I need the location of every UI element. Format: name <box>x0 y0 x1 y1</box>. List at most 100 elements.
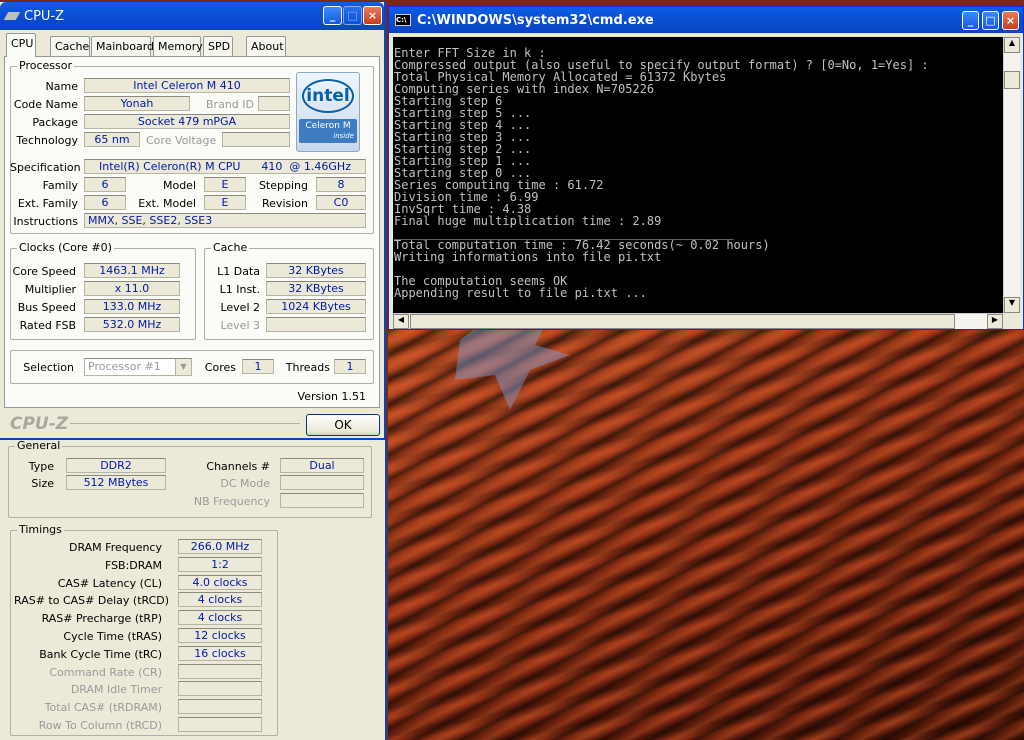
intel-celeron-logo: intel Celeron M inside <box>296 72 360 152</box>
vertical-scrollbar[interactable]: ▲ ▼ <box>1003 37 1020 313</box>
console-output[interactable]: Enter FFT Size in k : Compressed output (… <box>393 37 1003 313</box>
cpuz-brand: CPU-Z <box>10 414 69 434</box>
memory-panel: General Type DDR2 Size 512 MBytes Channe… <box>0 439 387 740</box>
timing-value: 4 clocks <box>178 610 262 626</box>
timing-value: 16 clocks <box>178 645 262 661</box>
tab-mainboard[interactable]: Mainboard <box>91 36 154 56</box>
processor-select[interactable]: Processor #1 ▼ <box>84 358 192 376</box>
channels-value: Dual <box>280 458 364 473</box>
timing-value: 266.0 MHz <box>178 539 262 554</box>
nbfreq-value <box>280 493 364 508</box>
revision-value: C0 <box>316 195 366 210</box>
timing-value <box>178 699 262 715</box>
channels-label: Channels # <box>206 460 270 473</box>
brandid-value <box>258 96 290 111</box>
console-line: Appending result to file pi.txt ... <box>394 286 647 300</box>
tab-cpu[interactable]: CPU <box>6 33 36 57</box>
name-label: Name <box>45 80 78 93</box>
horizontal-scrollbar[interactable]: ◀ ▶ <box>393 313 1003 329</box>
timing-value <box>178 681 262 697</box>
technology-label: Technology <box>16 134 78 147</box>
busspeed-label: Bus Speed <box>17 301 76 314</box>
timing-value <box>178 717 262 732</box>
close-button[interactable]: × <box>363 6 382 25</box>
timing-label: Total CAS# (tRDRAM) <box>44 701 162 715</box>
chevron-down-icon[interactable]: ▼ <box>175 359 191 375</box>
timing-label: RAS# Precharge (tRP) <box>41 612 162 626</box>
timing-label: FSB:DRAM <box>104 558 162 572</box>
spec-label: Specification <box>10 161 81 174</box>
minimize-button[interactable]: _ <box>962 11 979 30</box>
model-value: E <box>204 177 246 192</box>
cpuz-titlebar[interactable]: CPU-Z _ □ × <box>0 2 384 30</box>
console-line: Writing informations into file pi.txt <box>394 250 662 264</box>
scroll-thumb[interactable] <box>1004 71 1020 89</box>
cpuz-window: CPU-Z _ □ × CPU Cache Mainboard Memory S… <box>0 2 386 440</box>
instructions-label: Instructions <box>13 215 78 228</box>
timing-label: Cycle Time (tRAS) <box>63 630 162 643</box>
package-value: Socket 479 mPGA <box>84 114 290 129</box>
corevoltage-label: Core Voltage <box>146 134 217 147</box>
family-value: 6 <box>84 177 126 192</box>
l1inst-value: 32 KBytes <box>266 281 366 296</box>
corespeed-value: 1463.1 MHz <box>84 263 180 278</box>
size-label: Size <box>31 477 54 490</box>
cpuz-app-icon <box>3 12 21 20</box>
type-value: DDR2 <box>66 458 166 473</box>
brandid-label: Brand ID <box>206 98 254 111</box>
timing-label: Bank Cycle Time (tRC) <box>39 647 162 661</box>
nbfreq-label: NB Frequency <box>193 495 270 508</box>
threads-label: Threads <box>285 361 330 374</box>
extmodel-label: Ext. Model <box>138 197 196 210</box>
timing-label: Command Rate (CR) <box>49 665 162 679</box>
cmd-icon: C:\ <box>395 14 411 26</box>
tab-cache[interactable]: Cache <box>50 36 90 56</box>
maximize-button: □ <box>343 6 362 25</box>
multiplier-value: x 11.0 <box>84 281 180 296</box>
l1data-label: L1 Data <box>217 265 260 278</box>
tab-spd[interactable]: SPD <box>203 36 233 56</box>
level2-value: 1024 KBytes <box>266 299 366 314</box>
corespeed-label: Core Speed <box>12 265 76 278</box>
threads-value: 1 <box>334 359 366 374</box>
cmd-titlebar[interactable]: C:\ C:\WINDOWS\system32\cmd.exe _ □ × <box>389 7 1023 33</box>
l1data-value: 32 KBytes <box>266 263 366 278</box>
cmd-title: C:\WINDOWS\system32\cmd.exe <box>417 12 654 28</box>
tab-about[interactable]: About <box>246 36 286 56</box>
ratedfsb-label: Rated FSB <box>19 319 76 332</box>
codename-label: Code Name <box>13 98 78 111</box>
version-text: Version 1.51 <box>297 390 366 403</box>
timing-label: RAS# to CAS# Delay (tRCD) <box>14 594 170 608</box>
dcmode-value <box>280 475 364 490</box>
name-value: Intel Celeron M 410 <box>84 78 290 93</box>
timing-value: 12 clocks <box>178 628 262 643</box>
busspeed-value: 133.0 MHz <box>84 299 180 314</box>
level3-label: Level 3 <box>220 319 260 332</box>
timing-label: CAS# Latency (CL) <box>57 576 162 590</box>
timing-label: DRAM Idle Timer <box>70 683 162 697</box>
timing-value <box>178 663 262 679</box>
model-label: Model <box>162 179 196 192</box>
l1inst-label: L1 Inst. <box>219 283 260 296</box>
corevoltage-value <box>222 132 290 147</box>
dcmode-label: DC Mode <box>220 477 270 490</box>
close-button[interactable]: × <box>1002 11 1019 30</box>
ok-button[interactable]: OK <box>306 414 380 436</box>
minimize-button[interactable]: _ <box>323 6 342 25</box>
divider <box>70 423 300 424</box>
type-label: Type <box>28 460 54 473</box>
size-value: 512 MBytes <box>66 475 166 490</box>
revision-label: Revision <box>262 197 308 210</box>
level3-value <box>266 317 366 332</box>
technology-value: 65 nm <box>84 132 140 147</box>
level2-label: Level 2 <box>220 301 260 314</box>
maximize-button[interactable]: □ <box>982 11 999 30</box>
cores-label: Cores <box>204 361 236 374</box>
extfamily-value: 6 <box>84 195 126 210</box>
family-label: Family <box>42 179 78 192</box>
extfamily-label: Ext. Family <box>17 197 78 210</box>
hscroll-thumb[interactable] <box>410 314 955 329</box>
tab-memory[interactable]: Memory <box>153 36 203 56</box>
cmd-window: C:\ C:\WINDOWS\system32\cmd.exe _ □ × En… <box>388 6 1024 330</box>
timing-label: Row To Column (tRCD) <box>38 719 162 732</box>
